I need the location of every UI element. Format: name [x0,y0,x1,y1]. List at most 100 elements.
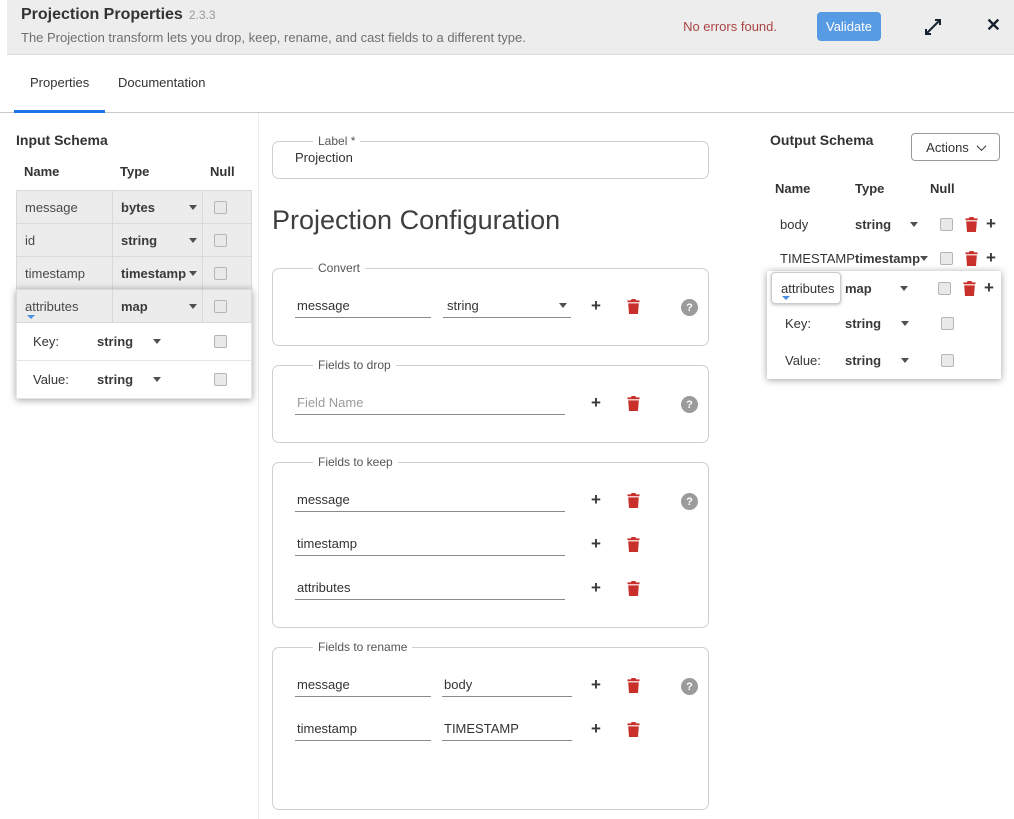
nullable-checkbox[interactable] [938,282,951,295]
rename-row: + [295,670,694,700]
rename-to-input[interactable] [442,673,572,697]
convert-type-dropdown[interactable]: string [443,294,571,318]
fields-to-drop-legend: Fields to drop [313,358,396,372]
keep-row: + [295,573,694,603]
table-row: attributes map [16,289,252,323]
keep-field-input[interactable] [295,532,565,556]
nullable-checkbox[interactable] [940,218,953,231]
label-input[interactable] [287,148,694,178]
field-type-value: timestamp [121,266,186,281]
close-icon[interactable]: ✕ [986,15,1001,36]
field-type-dropdown[interactable]: timestamp [113,257,203,289]
page-title: Projection Properties [21,6,183,23]
fields-to-rename-section: Fields to rename ? + + [272,640,709,810]
expand-caret-icon[interactable] [27,315,35,319]
field-type-dropdown[interactable]: map [845,281,930,296]
fields-to-drop-section: Fields to drop ? + [272,358,709,443]
map-key-type-dropdown[interactable]: string [97,334,153,349]
field-name[interactable]: attributes [771,272,841,304]
nullable-checkbox[interactable] [214,300,227,313]
field-name[interactable]: message [17,191,113,223]
add-field-button[interactable]: + [982,278,996,298]
tab-documentation[interactable]: Documentation [102,55,221,113]
delete-row-icon[interactable] [627,396,643,411]
field-type-value: map [845,281,872,296]
convert-field-input[interactable] [295,294,431,318]
delete-row-icon[interactable] [627,722,643,737]
input-schema-column-headers: Name Type Null [16,164,252,179]
nullable-checkbox[interactable] [214,234,227,247]
attributes-expanded-card: attributes map + Key: string Value: str [767,271,1001,379]
field-type-value: string [121,233,157,248]
delete-row-icon[interactable] [627,537,643,552]
nullable-checkbox[interactable] [214,373,227,386]
chevron-down-icon [901,321,909,326]
add-row-button[interactable]: + [586,534,606,554]
delete-row-icon[interactable] [627,678,643,693]
delete-row-icon[interactable] [627,299,643,314]
field-name[interactable]: timestamp [17,257,113,289]
table-row: body string + [770,207,1014,241]
label-field-label: Label * [313,134,360,148]
rename-from-input[interactable] [295,673,431,697]
plugin-version: 2.3.3 [189,8,216,22]
field-type-value: string [855,217,891,232]
delete-field-icon[interactable] [963,281,976,296]
map-key-row: Key: string [16,323,252,361]
chevron-down-icon [900,286,908,291]
fields-to-keep-section: Fields to keep ? + + + [272,455,709,628]
table-row: timestamp timestamp [16,256,252,290]
nullable-checkbox[interactable] [214,267,227,280]
field-name[interactable]: attributes [17,290,113,322]
drop-row: + [295,388,694,418]
field-name[interactable]: TIMESTAMP [770,251,855,266]
output-schema-title: Output Schema [770,132,873,148]
field-type-dropdown[interactable]: timestamp [855,251,940,266]
add-row-button[interactable]: + [586,675,606,695]
actions-button[interactable]: Actions [911,133,1000,161]
field-name[interactable]: body [770,217,855,232]
validate-button[interactable]: Validate [817,12,881,41]
add-row-button[interactable]: + [586,393,606,413]
delete-row-icon[interactable] [627,493,643,508]
drop-field-input[interactable] [295,391,565,415]
chevron-down-icon [189,304,197,309]
nullable-checkbox[interactable] [214,335,227,348]
table-row: message bytes [16,190,252,224]
delete-field-icon[interactable] [965,251,978,266]
add-row-button[interactable]: + [586,296,606,316]
nullable-checkbox[interactable] [940,252,953,265]
tab-properties[interactable]: Properties [14,55,105,113]
map-value-row: Value: string [16,361,252,399]
field-type-dropdown[interactable]: bytes [113,191,203,223]
map-value-type-dropdown[interactable]: string [97,372,153,387]
add-row-button[interactable]: + [586,490,606,510]
add-field-button[interactable]: + [984,248,998,268]
nullable-checkbox[interactable] [941,354,954,367]
keep-field-input[interactable] [295,576,565,600]
keep-row: + [295,485,694,515]
expand-icon[interactable] [922,16,944,38]
rename-to-input[interactable] [442,717,572,741]
field-type-dropdown[interactable]: map [113,290,203,322]
nullable-checkbox[interactable] [214,201,227,214]
rename-from-input[interactable] [295,717,431,741]
delete-field-icon[interactable] [965,217,978,232]
add-row-button[interactable]: + [586,578,606,598]
map-value-type-dropdown[interactable]: string [845,353,901,368]
table-row: TIMESTAMP timestamp + [770,241,1014,275]
fields-to-keep-legend: Fields to keep [313,455,398,469]
field-type-value: timestamp [855,251,920,266]
delete-row-icon[interactable] [627,581,643,596]
expand-caret-icon[interactable] [782,296,790,300]
field-type-dropdown[interactable]: string [113,224,203,256]
nullable-checkbox[interactable] [941,317,954,330]
chevron-down-icon [189,238,197,243]
add-row-button[interactable]: + [586,719,606,739]
field-name[interactable]: id [17,224,113,256]
chevron-down-icon [910,222,918,227]
map-key-type-dropdown[interactable]: string [845,316,901,331]
field-type-dropdown[interactable]: string [855,217,940,232]
add-field-button[interactable]: + [984,214,998,234]
keep-field-input[interactable] [295,488,565,512]
